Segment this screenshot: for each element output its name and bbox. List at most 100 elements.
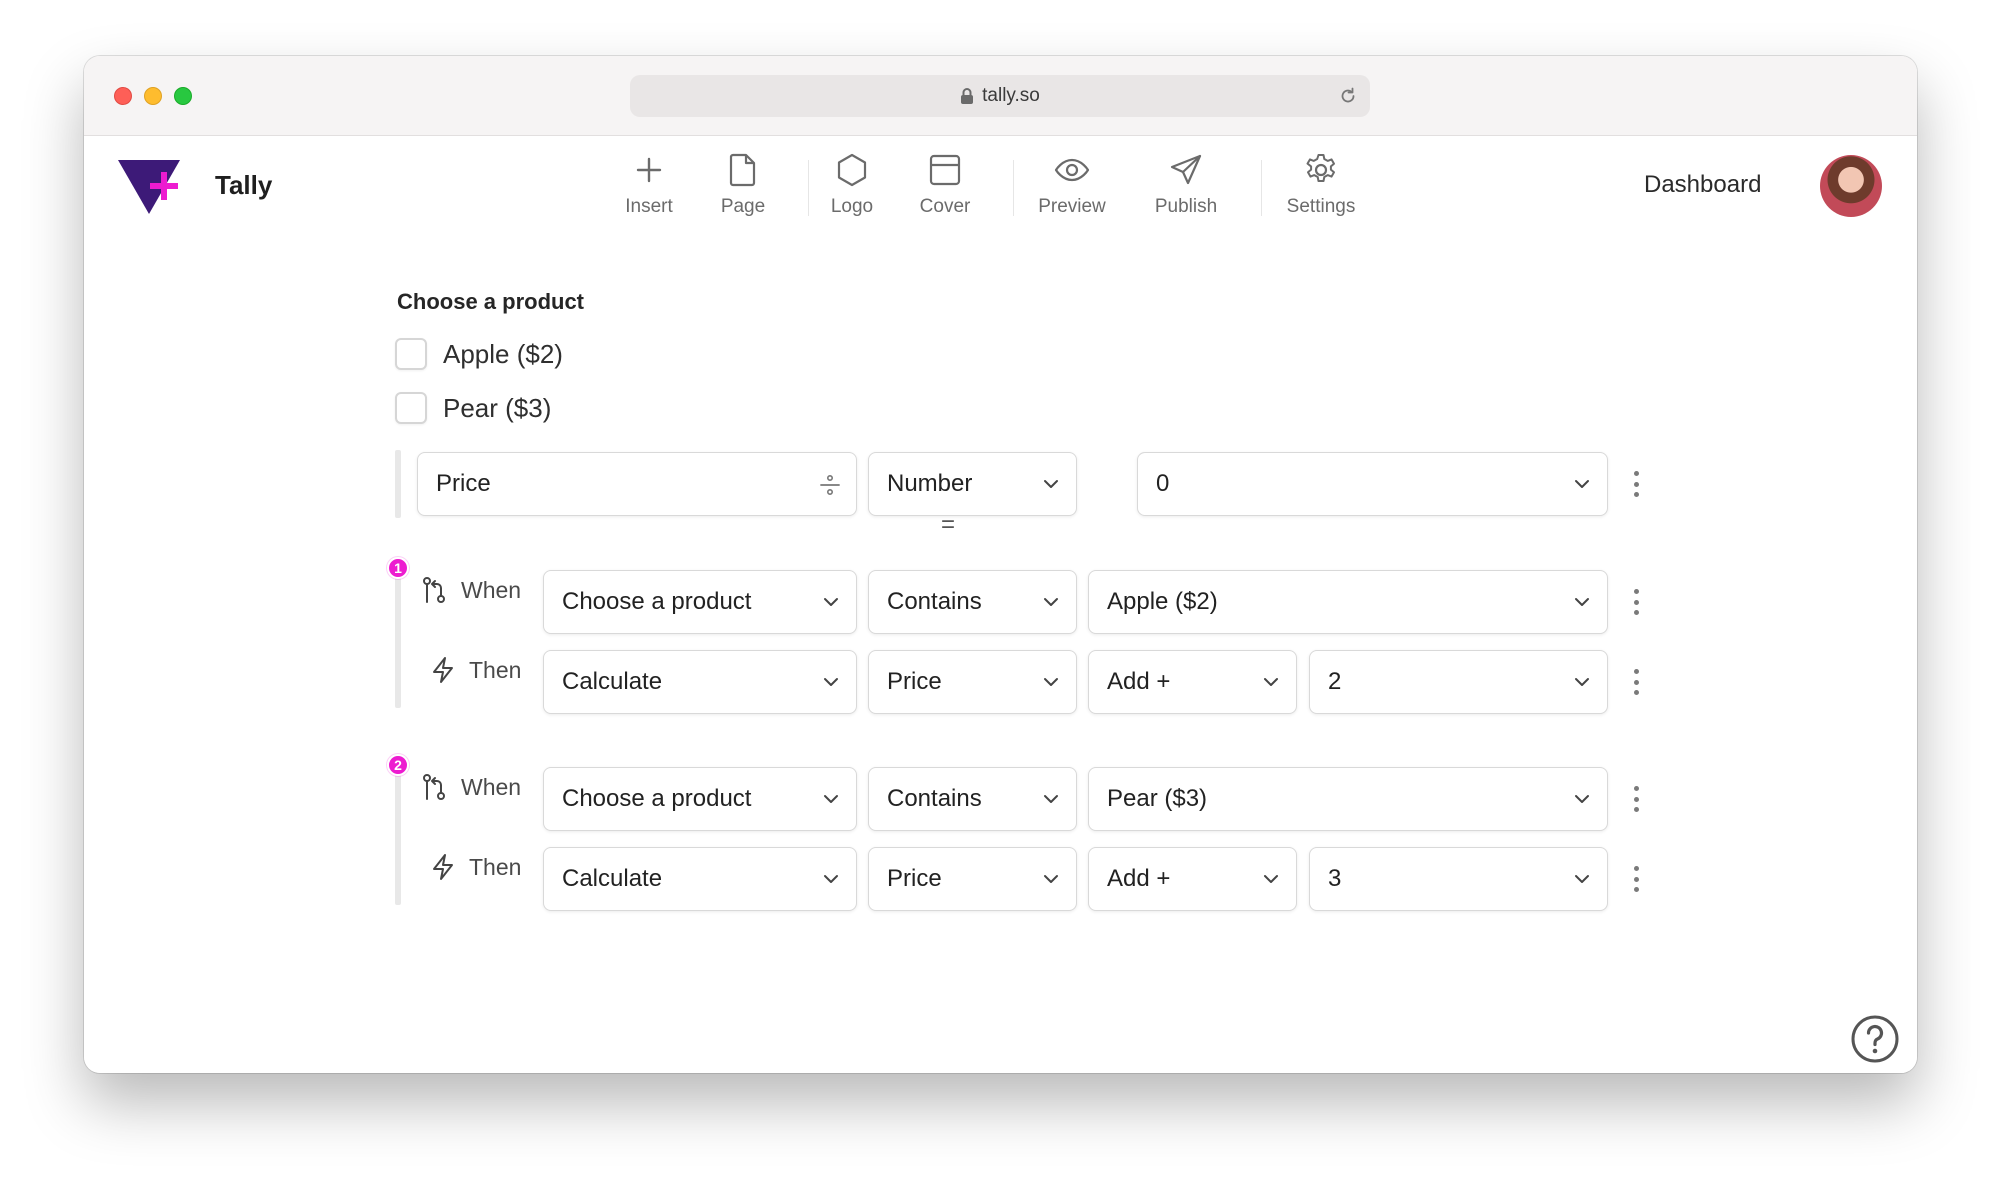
operation-select[interactable]: Add + (1088, 847, 1297, 911)
operation-value-select[interactable]: 3 (1309, 847, 1608, 911)
browser-titlebar: tally.so (84, 56, 1917, 136)
cover-label: Cover (919, 196, 971, 217)
close-window-button[interactable] (114, 87, 132, 105)
question-title[interactable]: Choose a product (397, 289, 584, 315)
lock-icon (960, 87, 974, 105)
option-label: Apple ($2) (443, 338, 563, 369)
more-options-icon[interactable] (1631, 786, 1641, 812)
when-label: When (421, 773, 521, 801)
initial-value-select[interactable]: 0 (1137, 452, 1608, 516)
condition-value-text: Pear ($3) (1107, 785, 1208, 812)
more-options-icon[interactable] (1631, 669, 1641, 695)
rule-number-badge: 1 (387, 557, 409, 579)
chevron-down-icon (1260, 868, 1282, 890)
chevron-down-icon (1571, 591, 1593, 613)
address-bar[interactable]: tally.so (630, 75, 1370, 117)
field-type-select[interactable]: Number (868, 452, 1077, 516)
then-text: Then (469, 853, 522, 880)
logo-button[interactable]: Logo (807, 150, 897, 218)
operation-value-select[interactable]: 2 (1309, 650, 1608, 714)
then-label: Then (431, 853, 521, 881)
minimize-window-button[interactable] (144, 87, 162, 105)
more-options-icon[interactable] (1631, 589, 1641, 615)
when-label: When (421, 576, 521, 604)
chevron-down-icon (1571, 788, 1593, 810)
condition-operator-text: Contains (887, 785, 982, 812)
branch-icon (421, 576, 447, 604)
logo-label: Logo (830, 196, 874, 217)
initial-value-text: 0 (1156, 470, 1170, 497)
condition-operator-select[interactable]: Contains (868, 570, 1077, 634)
publish-label: Publish (1154, 196, 1218, 217)
condition-value-select[interactable]: Pear ($3) (1088, 767, 1608, 831)
action-select[interactable]: Calculate (543, 650, 857, 714)
action-select[interactable]: Calculate (543, 847, 857, 911)
browser-window: tally.so Tally Insert Page Logo Cover Pr… (84, 56, 1917, 1073)
user-avatar[interactable] (1820, 155, 1882, 217)
checkbox-option[interactable]: Apple ($2) (395, 338, 563, 370)
eye-icon (1027, 150, 1117, 190)
field-name-text: Price (436, 470, 491, 497)
page-button[interactable]: Page (698, 150, 788, 218)
chevron-down-icon (820, 671, 842, 693)
lightning-icon (431, 656, 455, 684)
condition-value-select[interactable]: Apple ($2) (1088, 570, 1608, 634)
send-icon (1141, 150, 1231, 190)
preview-label: Preview (1038, 196, 1106, 217)
condition-operator-text: Contains (887, 588, 982, 615)
chevron-down-icon (1040, 473, 1062, 495)
rule-number-badge: 2 (387, 754, 409, 776)
operation-text: Add + (1107, 668, 1171, 695)
operation-select[interactable]: Add + (1088, 650, 1297, 714)
settings-button[interactable]: Settings (1276, 150, 1366, 218)
more-options-icon[interactable] (1631, 866, 1641, 892)
toolbar-divider (1261, 160, 1262, 216)
hexagon-icon (807, 150, 897, 190)
divide-icon (818, 473, 842, 497)
chevron-down-icon (820, 788, 842, 810)
checkbox-option[interactable]: Pear ($3) (395, 392, 551, 424)
form-editor: Choose a product Apple ($2) Pear ($3) Pr… (84, 238, 1917, 1073)
gear-icon (1276, 150, 1366, 190)
more-options-icon[interactable] (1631, 471, 1641, 497)
target-field-select[interactable]: Price (868, 847, 1077, 911)
block-bar (395, 450, 401, 518)
publish-button[interactable]: Publish (1141, 150, 1231, 218)
operation-value-text: 2 (1328, 668, 1342, 695)
cover-button[interactable]: Cover (900, 150, 990, 218)
target-field-select[interactable]: Price (868, 650, 1077, 714)
plus-icon (604, 150, 694, 190)
settings-label: Settings (1286, 196, 1356, 217)
when-text: When (461, 773, 522, 800)
reload-icon[interactable] (1338, 86, 1358, 112)
brand-name: Tally (215, 170, 273, 200)
chevron-down-icon (1040, 788, 1062, 810)
action-text: Calculate (562, 865, 663, 892)
chevron-down-icon (820, 591, 842, 613)
chevron-down-icon (1571, 868, 1593, 890)
page-icon (698, 150, 788, 190)
option-label: Pear ($3) (443, 392, 552, 423)
condition-operator-select[interactable]: Contains (868, 767, 1077, 831)
checkbox[interactable] (395, 338, 427, 370)
checkbox[interactable] (395, 392, 427, 424)
insert-label: Insert (625, 196, 673, 217)
app-header: Tally Insert Page Logo Cover Preview Pub… (84, 136, 1917, 238)
tally-logo-icon[interactable] (118, 158, 180, 219)
target-field-text: Price (887, 668, 942, 695)
operation-text: Add + (1107, 865, 1171, 892)
condition-field-select[interactable]: Choose a product (543, 767, 857, 831)
maximize-window-button[interactable] (174, 87, 192, 105)
dashboard-link[interactable]: Dashboard (1644, 171, 1761, 199)
insert-button[interactable]: Insert (604, 150, 694, 218)
operation-value-text: 3 (1328, 865, 1342, 892)
equals-sign: = (941, 511, 956, 538)
condition-field-select[interactable]: Choose a product (543, 570, 857, 634)
chevron-down-icon (1571, 671, 1593, 693)
help-icon[interactable] (1850, 1014, 1900, 1069)
preview-button[interactable]: Preview (1027, 150, 1117, 218)
chevron-down-icon (1260, 671, 1282, 693)
field-type-text: Number (887, 470, 973, 497)
calculated-field-name-input[interactable]: Price (417, 452, 857, 516)
chevron-down-icon (1040, 868, 1062, 890)
